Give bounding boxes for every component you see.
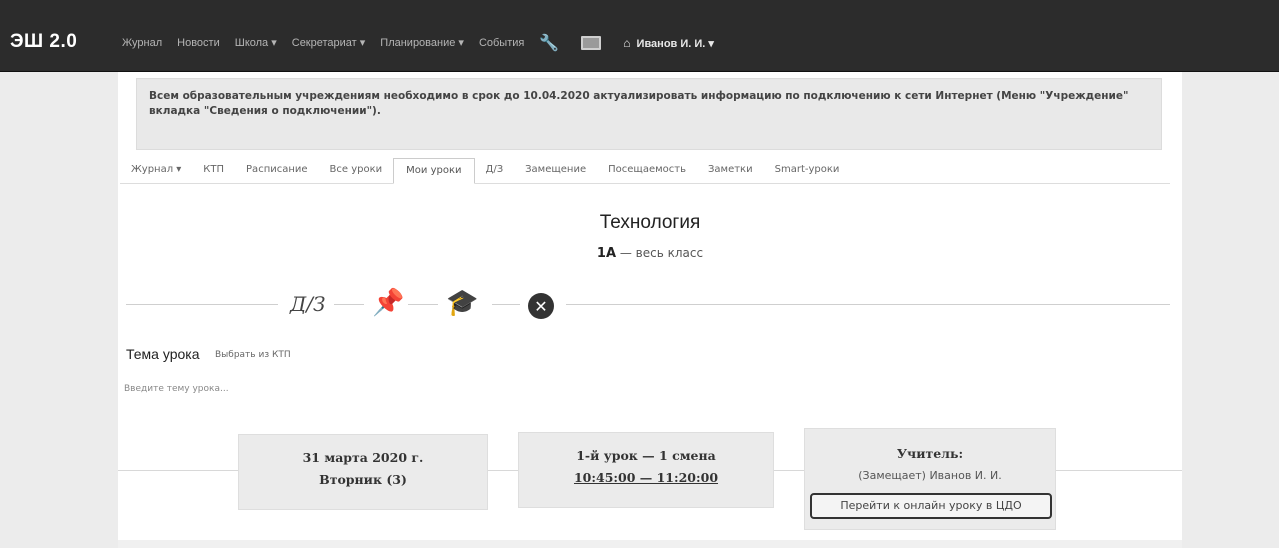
- nav-item-school[interactable]: Школа ▾: [235, 36, 277, 49]
- online-lesson-button[interactable]: Перейти к онлайн уроку в ЦДО: [810, 493, 1052, 519]
- pin-icon[interactable]: 📌: [372, 288, 404, 318]
- app-brand[interactable]: ЭШ 2.0: [10, 31, 77, 53]
- nav-item-planning[interactable]: Планирование ▾: [380, 36, 464, 49]
- nav-item-secretariat[interactable]: Секретариат ▾: [292, 36, 366, 49]
- tab-journal[interactable]: Журнал ▾: [120, 164, 192, 183]
- topic-input[interactable]: [124, 384, 724, 394]
- teacher-name: (Замещает) Иванов И. И.: [858, 469, 1002, 482]
- teacher-title: Учитель:: [896, 446, 964, 461]
- nav-item-news[interactable]: Новости: [177, 37, 220, 49]
- lesson-date: 31 марта 2020 г.: [302, 450, 424, 465]
- tab-ktp[interactable]: КТП: [192, 164, 235, 183]
- lesson-number: 1-й урок — 1 смена: [576, 448, 716, 463]
- tab-smart-lessons[interactable]: Smart-уроки: [764, 164, 851, 183]
- lesson-weekday: Вторник (3): [319, 472, 407, 487]
- notice-banner: Всем образовательным учреждениям необход…: [136, 78, 1162, 150]
- user-name: Иванов И. И. ▾: [636, 37, 714, 50]
- tab-all-lessons[interactable]: Все уроки: [319, 164, 394, 183]
- home-icon: ⌂: [623, 35, 631, 50]
- lesson-time[interactable]: 10:45:00 — 11:20:00: [519, 467, 773, 489]
- class-name: 1А: [596, 246, 617, 261]
- left-margin: [0, 72, 118, 548]
- tab-attendance[interactable]: Посещаемость: [597, 164, 697, 183]
- topic-title: Тема урока: [126, 346, 200, 362]
- lesson-class: 1А — весь класс: [500, 246, 800, 261]
- mail-icon[interactable]: [581, 35, 602, 50]
- user-menu[interactable]: ⌂ Иванов И. И. ▾: [623, 36, 714, 50]
- nav-item-events[interactable]: События: [479, 37, 524, 49]
- date-card: 31 марта 2020 г. Вторник (3): [238, 434, 488, 510]
- top-navbar: ЭШ 2.0 Журнал Новости Школа ▾ Секретариа…: [0, 0, 1279, 72]
- divider-line: [492, 304, 520, 305]
- tab-schedule[interactable]: Расписание: [235, 164, 319, 183]
- main-nav: Журнал Новости Школа ▾ Секретариат ▾ Пла…: [122, 33, 714, 52]
- divider-line: [334, 304, 364, 305]
- lesson-subject: Технология: [599, 212, 701, 233]
- graduation-cap-icon[interactable]: 🎓: [446, 288, 478, 318]
- time-card: 1-й урок — 1 смена 10:45:00 — 11:20:00: [518, 432, 774, 508]
- tab-notes[interactable]: Заметки: [697, 164, 764, 183]
- homework-step[interactable]: Д/З: [290, 292, 325, 316]
- divider-line: [126, 304, 278, 305]
- lesson-steps: Д/З 📌 🎓 ✕: [126, 286, 1170, 326]
- select-from-ktp-link[interactable]: Выбрать из КТП: [215, 350, 291, 360]
- wrench-icon[interactable]: 🔧: [539, 33, 559, 52]
- nav-item-journal[interactable]: Журнал: [122, 37, 162, 49]
- class-scope: — весь класс: [616, 246, 704, 260]
- tab-substitution[interactable]: Замещение: [514, 164, 597, 183]
- tab-my-lessons[interactable]: Мои уроки: [393, 158, 475, 184]
- right-margin: [1182, 72, 1279, 548]
- journal-tabs: Журнал ▾ КТП Расписание Все уроки Мои ур…: [120, 158, 1170, 184]
- close-icon[interactable]: ✕: [528, 293, 554, 319]
- divider-line: [408, 304, 438, 305]
- divider-line: [566, 304, 1170, 305]
- page-footer: [118, 540, 1182, 548]
- tab-homework[interactable]: Д/З: [475, 164, 515, 183]
